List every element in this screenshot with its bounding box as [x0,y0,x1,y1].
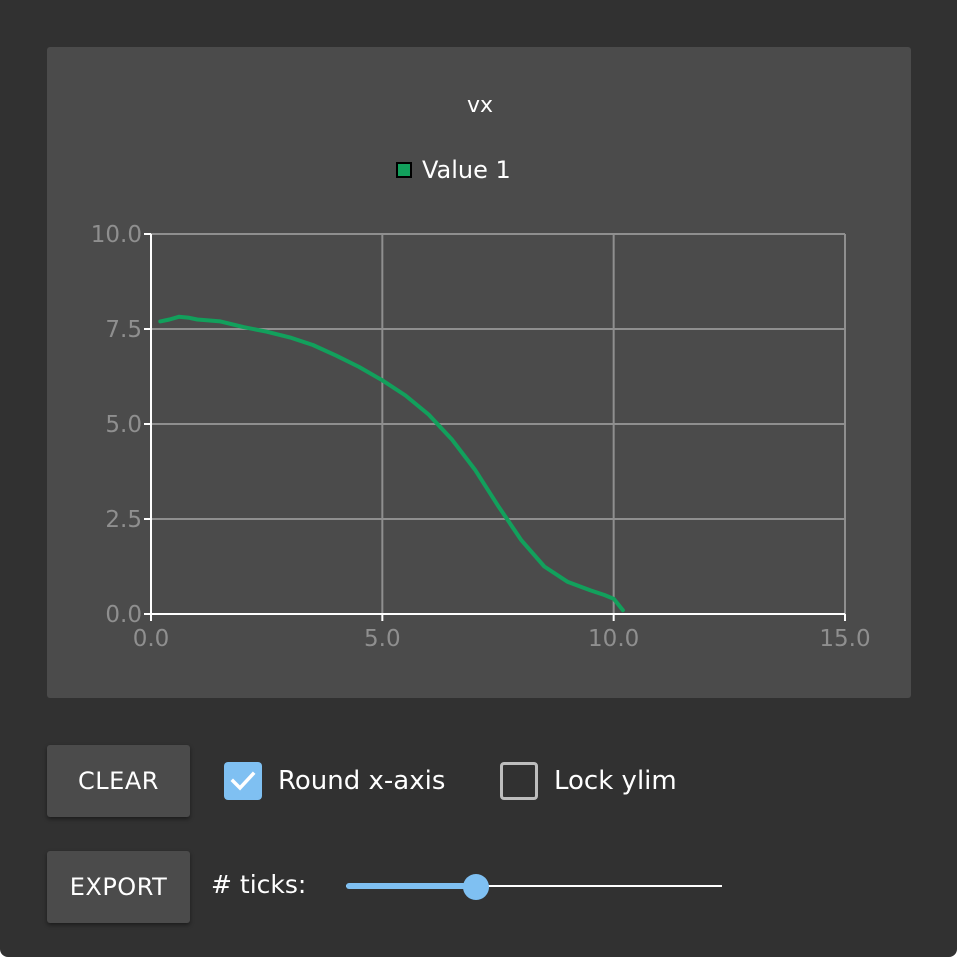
x-tick-label: 0.0 [133,626,170,652]
x-tick-label: 15.0 [819,626,870,652]
slider-thumb[interactable] [462,874,489,900]
export-button[interactable]: EXPORT [47,851,190,923]
chart-panel: vx Value 1 0.0 5.0 10.0 15.0 0.0 2.5 5.0 7.5 10.… [47,47,911,698]
lock-ylim-checkbox[interactable] [500,762,538,800]
round-x-axis-label: Round x-axis [278,766,446,796]
series-line-value-1 [158,314,625,613]
y-tick-label: 7.5 [105,317,142,343]
y-tick-label: 0.0 [105,602,142,628]
clear-button[interactable]: CLEAR [47,745,190,817]
round-x-axis-checkbox[interactable] [224,762,262,800]
y-tick-label: 2.5 [105,507,142,533]
round-x-axis-option[interactable]: Round x-axis [224,762,445,800]
checkmark-icon [230,771,256,791]
chart-tick-labels: 0.0 5.0 10.0 15.0 0.0 2.5 5.0 7.5 10.0 [91,222,871,652]
ticks-slider[interactable] [346,872,722,902]
y-tick-label: 5.0 [105,412,142,438]
legend-swatch [396,162,412,178]
lock-ylim-label: Lock ylim [554,766,677,796]
lock-ylim-option[interactable]: Lock ylim [500,762,677,800]
chart-legend[interactable]: Value 1 [396,156,511,184]
x-tick-label: 10.0 [588,626,639,652]
x-tick-label: 5.0 [364,626,401,652]
slider-fill [346,883,476,889]
ticks-label: # ticks: [211,870,307,899]
legend-label: Value 1 [422,156,511,184]
chart-axes [144,233,846,621]
chart-series [158,314,625,613]
chart-title: vx [467,93,493,118]
y-tick-label: 10.0 [91,222,142,248]
app-window: vx Value 1 0.0 5.0 10.0 15.0 0.0 2.5 5.0 7.5 10.… [0,0,957,957]
chart-svg: vx Value 1 0.0 5.0 10.0 15.0 0.0 2.5 5.0 7.5 10.… [91,93,871,652]
chart-grid [151,233,846,614]
